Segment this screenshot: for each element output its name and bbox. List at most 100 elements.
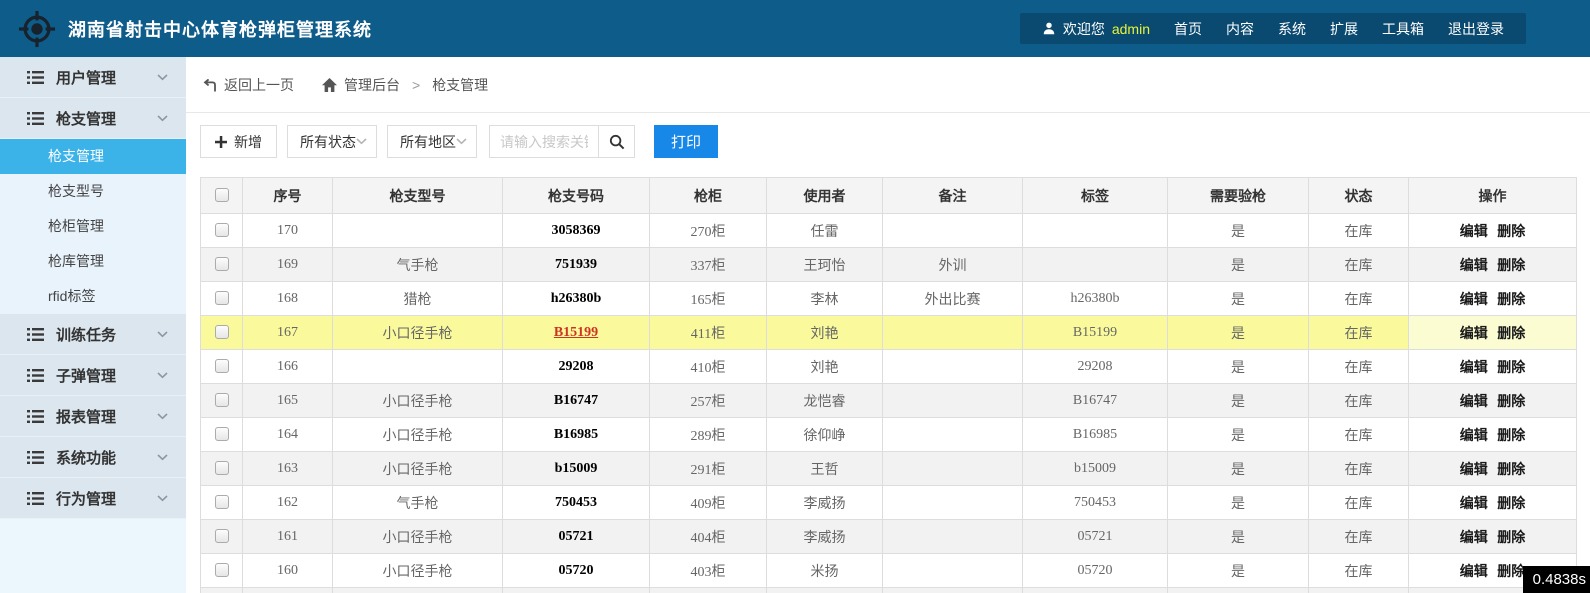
cell-seq: 165 xyxy=(243,384,333,418)
edit-link[interactable]: 编辑 xyxy=(1460,531,1488,546)
sidebar-group-system-functions[interactable]: 系统功能 xyxy=(0,437,186,478)
status-filter-select[interactable]: 所有状态 xyxy=(287,125,377,158)
nav-item-content[interactable]: 内容 xyxy=(1226,19,1254,39)
sidebar-item-gun-management[interactable]: 枪支管理 xyxy=(0,139,186,174)
edit-link[interactable]: 编辑 xyxy=(1460,395,1488,410)
cell-cabinet: 410柜 xyxy=(650,350,767,384)
sidebar-group-training-tasks[interactable]: 训练任务 xyxy=(0,314,186,355)
edit-link[interactable]: 编辑 xyxy=(1460,225,1488,240)
delete-link[interactable]: 删除 xyxy=(1497,497,1525,512)
cell-status: 在库 xyxy=(1309,282,1409,316)
row-checkbox[interactable] xyxy=(215,563,229,577)
cell-gun-number: 750453 xyxy=(503,486,650,520)
delete-link[interactable]: 删除 xyxy=(1497,225,1525,240)
cell-tag: B15199 xyxy=(1023,316,1168,350)
delete-link[interactable]: 删除 xyxy=(1497,395,1525,410)
sidebar-item-armory-management[interactable]: 枪库管理 xyxy=(0,244,186,279)
nav-item-home[interactable]: 首页 xyxy=(1174,19,1202,39)
row-checkbox-cell xyxy=(201,554,243,588)
edit-link[interactable]: 编辑 xyxy=(1460,565,1488,580)
edit-link[interactable]: 编辑 xyxy=(1460,497,1488,512)
row-checkbox[interactable] xyxy=(215,393,229,407)
col-header-note: 备注 xyxy=(883,178,1023,214)
sidebar-item-rfid-tags[interactable]: rfid标签 xyxy=(0,279,186,314)
chevron-down-icon xyxy=(157,68,168,86)
nav-item-logout[interactable]: 退出登录 xyxy=(1448,19,1504,39)
cell-actions: 编辑 删除 xyxy=(1409,248,1577,282)
row-checkbox[interactable] xyxy=(215,257,229,271)
row-checkbox[interactable] xyxy=(215,223,229,237)
sidebar: 用户管理 枪支管理 枪支管理 枪支型号 枪柜管理 枪库管理 rfid标签 训练任… xyxy=(0,57,186,593)
row-checkbox-cell xyxy=(201,350,243,384)
sidebar-item-cabinet-management[interactable]: 枪柜管理 xyxy=(0,209,186,244)
welcome-text: 欢迎您 xyxy=(1063,19,1105,39)
nav-item-extend[interactable]: 扩展 xyxy=(1330,19,1358,39)
gun-table: 序号 枪支型号 枪支号码 枪柜 使用者 备注 标签 需要验枪 状态 操作 170… xyxy=(200,177,1577,593)
row-checkbox[interactable] xyxy=(215,529,229,543)
gun-number-link[interactable]: B15199 xyxy=(554,325,598,340)
cell-gun-number: 3058369 xyxy=(503,214,650,248)
nav-item-toolbox[interactable]: 工具箱 xyxy=(1382,19,1424,39)
cell-gun-model xyxy=(333,588,503,593)
sidebar-group-report-management[interactable]: 报表管理 xyxy=(0,396,186,437)
delete-link[interactable]: 删除 xyxy=(1497,293,1525,308)
cell-actions: 编辑 删除 xyxy=(1409,316,1577,350)
sidebar-group-behavior-management[interactable]: 行为管理 xyxy=(0,478,186,519)
cell-status: 在库 xyxy=(1309,554,1409,588)
cell-gun-model: 小口径手枪 xyxy=(333,452,503,486)
edit-link[interactable]: 编辑 xyxy=(1460,259,1488,274)
main-content: 返回上一页 管理后台 > 枪支管理 新增 所有状态 所有地区 xyxy=(186,57,1590,593)
select-all-checkbox[interactable] xyxy=(215,188,229,202)
search-input[interactable] xyxy=(489,125,599,158)
sidebar-group-gun-management[interactable]: 枪支管理 xyxy=(0,98,186,139)
row-checkbox[interactable] xyxy=(215,359,229,373)
row-checkbox[interactable] xyxy=(215,495,229,509)
row-checkbox[interactable] xyxy=(215,461,229,475)
cell-note xyxy=(883,384,1023,418)
username[interactable]: admin xyxy=(1112,21,1150,37)
sidebar-group-user-management[interactable]: 用户管理 xyxy=(0,57,186,98)
delete-link[interactable]: 删除 xyxy=(1497,463,1525,478)
delete-link[interactable]: 删除 xyxy=(1497,429,1525,444)
nav-item-system[interactable]: 系统 xyxy=(1278,19,1306,39)
delete-link[interactable]: 删除 xyxy=(1497,361,1525,376)
edit-link[interactable]: 编辑 xyxy=(1460,293,1488,308)
cell-user: 龙恺睿 xyxy=(767,384,883,418)
cell-gun-model: 小口径手枪 xyxy=(333,418,503,452)
back-link[interactable]: 返回上一页 xyxy=(202,75,294,95)
edit-link[interactable]: 编辑 xyxy=(1460,463,1488,478)
delete-link[interactable]: 删除 xyxy=(1497,565,1525,580)
print-button[interactable]: 打印 xyxy=(654,125,718,158)
delete-link[interactable]: 删除 xyxy=(1497,327,1525,342)
row-checkbox[interactable] xyxy=(215,291,229,305)
edit-link[interactable]: 编辑 xyxy=(1460,361,1488,376)
region-filter-value: 所有地区 xyxy=(400,132,456,152)
back-label: 返回上一页 xyxy=(224,75,294,95)
delete-link[interactable]: 删除 xyxy=(1497,531,1525,546)
edit-link[interactable]: 编辑 xyxy=(1460,327,1488,342)
sidebar-item-gun-model[interactable]: 枪支型号 xyxy=(0,174,186,209)
cell-status: 在库 xyxy=(1309,418,1409,452)
breadcrumb-root[interactable]: 管理后台 xyxy=(322,75,400,95)
edit-link[interactable]: 编辑 xyxy=(1460,429,1488,444)
table-row xyxy=(201,588,1577,593)
cell-need-verify: 是 xyxy=(1168,350,1309,384)
cell-actions: 编辑 删除 xyxy=(1409,520,1577,554)
row-checkbox[interactable] xyxy=(215,427,229,441)
region-filter-select[interactable]: 所有地区 xyxy=(387,125,477,158)
cell-actions: 编辑 删除 xyxy=(1409,214,1577,248)
search-button[interactable] xyxy=(598,125,635,158)
add-button[interactable]: 新增 xyxy=(200,125,277,158)
delete-link[interactable]: 删除 xyxy=(1497,259,1525,274)
col-header-actions: 操作 xyxy=(1409,178,1577,214)
list-icon xyxy=(27,410,44,423)
cell-seq: 164 xyxy=(243,418,333,452)
breadcrumb-root-label: 管理后台 xyxy=(344,75,400,95)
cell-seq: 169 xyxy=(243,248,333,282)
sidebar-group-bullet-management[interactable]: 子弹管理 xyxy=(0,355,186,396)
cell-user: 李林 xyxy=(767,282,883,316)
crosshair-logo-icon xyxy=(18,10,56,48)
row-checkbox[interactable] xyxy=(215,325,229,339)
cell-need-verify: 是 xyxy=(1168,214,1309,248)
cell-user: 王哲 xyxy=(767,452,883,486)
